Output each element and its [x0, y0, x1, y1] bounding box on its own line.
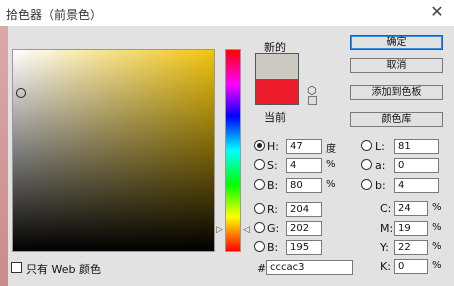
cmyk-y-input[interactable]: 22	[394, 240, 428, 255]
cmyk-m-input[interactable]: 19	[394, 221, 428, 236]
cancel-button[interactable]: 取消	[350, 58, 443, 73]
hsb-h-unit: 度	[326, 144, 336, 155]
lab-a-label: a:	[375, 159, 386, 172]
rgb-r-label: R:	[267, 203, 279, 216]
lab-b-label: b:	[375, 179, 386, 192]
cmyk-y-unit: %	[432, 241, 442, 252]
rgb-g-label: G:	[267, 222, 280, 235]
rgb-r-radio[interactable]	[254, 203, 265, 214]
hsb-b-input[interactable]: 80	[286, 178, 322, 193]
web-only-checkbox[interactable]	[11, 262, 22, 273]
rgb-b-input[interactable]: 195	[286, 240, 322, 255]
cmyk-k-unit: %	[432, 260, 442, 271]
hue-slider[interactable]	[225, 49, 241, 252]
hsb-s-unit: %	[326, 159, 336, 170]
rgb-b-label: B:	[267, 241, 279, 254]
lab-l-label: L:	[375, 140, 385, 153]
cmyk-c-input[interactable]: 24	[394, 201, 428, 216]
rgb-g-radio[interactable]	[254, 222, 265, 233]
hsb-b-label: B:	[267, 179, 279, 192]
hsb-h-input[interactable]: 47	[286, 139, 322, 154]
new-color-swatch	[255, 53, 299, 79]
current-color-label: 当前	[264, 111, 286, 124]
rgb-r-input[interactable]: 204	[286, 202, 322, 217]
lab-b-input[interactable]: 4	[394, 178, 439, 193]
hsb-b-radio[interactable]	[254, 179, 265, 190]
color-field[interactable]	[12, 49, 215, 252]
web-safe-swatch-icon[interactable]	[308, 96, 317, 105]
close-icon[interactable]: ✕	[428, 3, 446, 21]
cmyk-y-label: Y:	[380, 241, 389, 254]
cmyk-m-unit: %	[432, 222, 442, 233]
hsb-h-radio[interactable]	[254, 140, 265, 151]
cmyk-k-label: K:	[380, 260, 391, 273]
add-to-swatches-button[interactable]: 添加到色板	[350, 85, 443, 100]
hue-slider-left-arrow-icon[interactable]: ▷	[216, 225, 223, 235]
hsb-s-label: S:	[267, 159, 278, 172]
background-strip	[0, 26, 8, 286]
web-only-label: 只有 Web 颜色	[26, 263, 101, 276]
hsb-s-radio[interactable]	[254, 159, 265, 170]
cmyk-m-label: M:	[380, 222, 394, 235]
lab-a-radio[interactable]	[361, 159, 372, 170]
lab-a-input[interactable]: 0	[394, 158, 439, 173]
color-field-marker[interactable]	[16, 88, 26, 98]
current-color-swatch[interactable]	[255, 79, 299, 105]
lab-l-radio[interactable]	[361, 140, 372, 151]
rgb-b-radio[interactable]	[254, 241, 265, 252]
hex-input[interactable]: cccac3	[266, 260, 353, 275]
hsb-b-unit: %	[326, 179, 336, 190]
cmyk-c-unit: %	[432, 202, 442, 213]
hex-label: #	[257, 262, 267, 275]
hue-slider-right-arrow-icon[interactable]: ◁	[243, 225, 250, 235]
hsb-s-input[interactable]: 4	[286, 158, 322, 173]
lab-b-radio[interactable]	[361, 179, 372, 190]
hsb-h-label: H:	[267, 140, 279, 153]
color-libraries-button[interactable]: 颜色库	[350, 112, 443, 127]
ok-button[interactable]: 确定	[350, 35, 443, 50]
lab-l-input[interactable]: 81	[394, 139, 439, 154]
rgb-g-input[interactable]: 202	[286, 221, 322, 236]
cmyk-k-input[interactable]: 0	[394, 259, 428, 274]
window-title: 拾色器（前景色）	[6, 8, 103, 22]
cmyk-c-label: C:	[380, 202, 392, 215]
